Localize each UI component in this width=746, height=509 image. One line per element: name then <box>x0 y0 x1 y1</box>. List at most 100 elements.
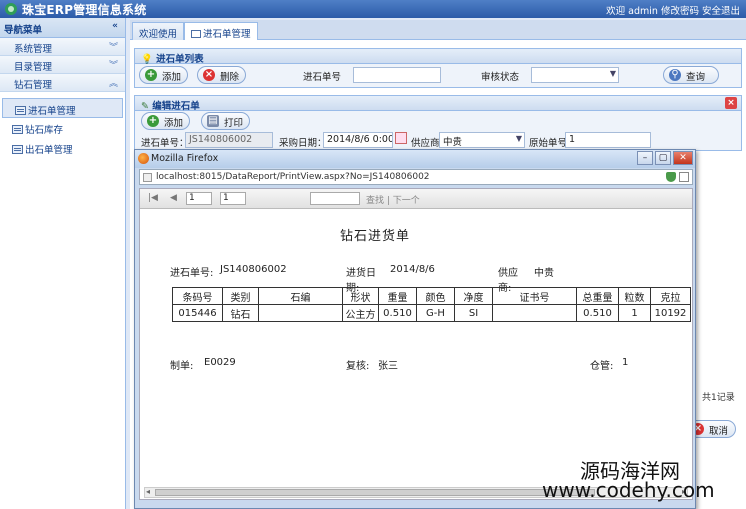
close-window-icon[interactable]: ✕ <box>673 151 693 165</box>
report-items-table: 条码号 类别 石编 形状 重量 颜色 净度 证书号 总重量 粒数 克拉 0154… <box>172 287 691 322</box>
page-number-input[interactable]: 1 <box>186 192 212 205</box>
shield-icon <box>666 172 676 182</box>
table-cell: 0.510 <box>378 304 417 322</box>
window-title: Mozilla Firefox <box>151 153 219 164</box>
chevron-down-icon: ▼ <box>515 134 522 143</box>
table-cell: G-H <box>416 304 455 322</box>
button-label: 取消 <box>709 426 729 437</box>
window-titlebar: Mozilla Firefox – ▢ ✕ <box>135 150 695 168</box>
button-label: 添加 <box>164 118 184 129</box>
list-delete-button[interactable]: × 删除 <box>197 66 247 84</box>
sidebar-item-label: 进石单管理 <box>28 106 76 117</box>
report-date: 2014/8/6 <box>390 264 435 275</box>
sidebar-group-label: 目录管理 <box>14 62 53 73</box>
original-no-field[interactable]: 1 <box>565 132 651 148</box>
edit-form: + 添加 ▤ 打印 进石单号： JS140806002 采购日期： 2014/8/6… <box>134 111 742 151</box>
sidebar-title: 导航菜单 <box>4 25 43 36</box>
order-no-filter-label: 进石单号 <box>303 72 342 83</box>
tab-welcome[interactable]: 欢迎使用 <box>132 22 185 40</box>
sidebar-item-inventory[interactable]: 钻石库存 <box>0 118 125 138</box>
welcome-text: 欢迎 admin <box>606 6 658 17</box>
minimize-icon[interactable]: – <box>637 151 653 165</box>
report-order-no-label: 进石单号: <box>170 268 214 279</box>
grid-icon <box>679 172 689 182</box>
table-cell: SI <box>454 304 493 322</box>
list-icon <box>12 145 23 154</box>
logout-link[interactable]: 安全退出 <box>702 6 740 17</box>
order-no-label: 进石单号： <box>141 138 189 149</box>
tab-strip: 欢迎使用 进石单管理 <box>130 20 746 40</box>
table-row: 015446 钻石 公主方 0.510 G-H SI 0.510 1 10192 <box>172 304 691 322</box>
maker-label: 制单: <box>170 361 194 372</box>
watermark-line-2: www.codehy.com <box>542 478 715 502</box>
report-viewer: |◀ ◀ 1 1 查找 | 下一个 钻石进货单 进石单号: JS14080600… <box>139 188 693 500</box>
column-header: 条码号 <box>172 287 223 305</box>
reviewer-label: 复核: <box>346 361 370 372</box>
supplier-label: 供应商 <box>411 138 440 149</box>
sidebar-group-diamond[interactable]: 钻石管理 ︽ <box>0 74 125 92</box>
print-button[interactable]: ▤ 打印 <box>201 112 251 130</box>
column-header: 粒数 <box>618 287 651 305</box>
table-header-row: 条码号 类别 石编 形状 重量 颜色 净度 证书号 总重量 粒数 克拉 <box>172 287 691 305</box>
sidebar-item-stone-out[interactable]: 出石单管理 <box>0 138 125 158</box>
change-password-link[interactable]: 修改密码 <box>661 6 699 17</box>
order-no-field[interactable]: JS140806002 <box>185 132 273 148</box>
sidebar-group-label: 钻石管理 <box>14 80 53 91</box>
list-icon <box>15 106 26 115</box>
reviewer-value: 张三 <box>378 361 398 372</box>
list-add-button[interactable]: + 添加 <box>139 66 189 84</box>
column-header: 总重量 <box>576 287 619 305</box>
sidebar-header: 导航菜单 « <box>0 18 125 38</box>
url-bar[interactable]: localhost:8015/DataReport/PrintView.aspx… <box>139 169 693 185</box>
first-page-icon[interactable]: |◀ <box>148 193 158 203</box>
search-button[interactable]: ⚲ 查询 <box>663 66 719 84</box>
order-no-filter-input[interactable] <box>353 67 441 83</box>
scrollbar-thumb[interactable] <box>155 489 595 496</box>
purchase-date-label: 采购日期： <box>279 138 327 149</box>
column-header: 克拉 <box>650 287 691 305</box>
sidebar-group-system[interactable]: 系统管理 ︾ <box>0 38 125 56</box>
button-label: 打印 <box>224 118 244 129</box>
sidebar-item-label: 钻石库存 <box>25 125 64 136</box>
sidebar-item-label: 出石单管理 <box>25 145 73 156</box>
tab-label: 欢迎使用 <box>139 29 178 40</box>
chevron-up-icon: ︽ <box>108 79 118 89</box>
column-header: 石编 <box>258 287 343 305</box>
tab-stone-in[interactable]: 进石单管理 <box>184 22 258 40</box>
chevron-down-icon: ︾ <box>108 43 118 53</box>
table-cell: 钻石 <box>222 304 259 322</box>
status-filter-select[interactable]: ▼ <box>531 67 619 83</box>
maker-value: E0029 <box>204 357 236 368</box>
chevron-down-icon: ︾ <box>108 61 118 71</box>
list-icon <box>12 125 23 134</box>
table-cell: 015446 <box>172 304 223 322</box>
button-label: 添加 <box>162 72 182 83</box>
purchase-date-field[interactable]: 2014/8/6 0:00:00 <box>323 132 393 148</box>
column-header: 净度 <box>454 287 493 305</box>
edit-add-button[interactable]: + 添加 <box>141 112 191 130</box>
column-header: 形状 <box>342 287 379 305</box>
page-icon <box>143 173 152 182</box>
sidebar-item-stone-in[interactable]: 进石单管理 <box>2 98 123 118</box>
user-menu: 欢迎 admin 修改密码 安全退出 <box>606 3 740 17</box>
table-cell <box>258 304 343 322</box>
prev-page-icon[interactable]: ◀ <box>170 193 177 203</box>
sidebar: 导航菜单 « 系统管理 ︾ 目录管理 ︾ 钻石管理 ︽ 进石单管理 钻石库存 出… <box>0 18 126 509</box>
printer-icon: ▤ <box>207 115 219 127</box>
find-input[interactable] <box>310 192 360 205</box>
scroll-left-icon[interactable]: ◂ <box>146 487 150 496</box>
sidebar-group-label: 系统管理 <box>14 44 53 55</box>
supplier-select[interactable]: 中贵 ▼ <box>439 132 525 148</box>
tab-label: 进石单管理 <box>203 29 251 40</box>
calendar-icon[interactable] <box>395 132 407 144</box>
list-icon <box>191 30 201 38</box>
top-bar: 珠宝ERP管理信息系统 欢迎 admin 修改密码 安全退出 <box>0 0 746 18</box>
collapse-sidebar-icon[interactable]: « <box>108 21 122 33</box>
record-count-text: 共1记录 <box>702 393 735 403</box>
find-label[interactable]: 查找 | 下一个 <box>366 193 420 206</box>
app-title: 珠宝ERP管理信息系统 <box>22 3 147 17</box>
close-icon[interactable]: × <box>725 97 737 109</box>
maximize-icon[interactable]: ▢ <box>655 151 671 165</box>
column-header: 证书号 <box>492 287 577 305</box>
sidebar-group-catalog[interactable]: 目录管理 ︾ <box>0 56 125 74</box>
